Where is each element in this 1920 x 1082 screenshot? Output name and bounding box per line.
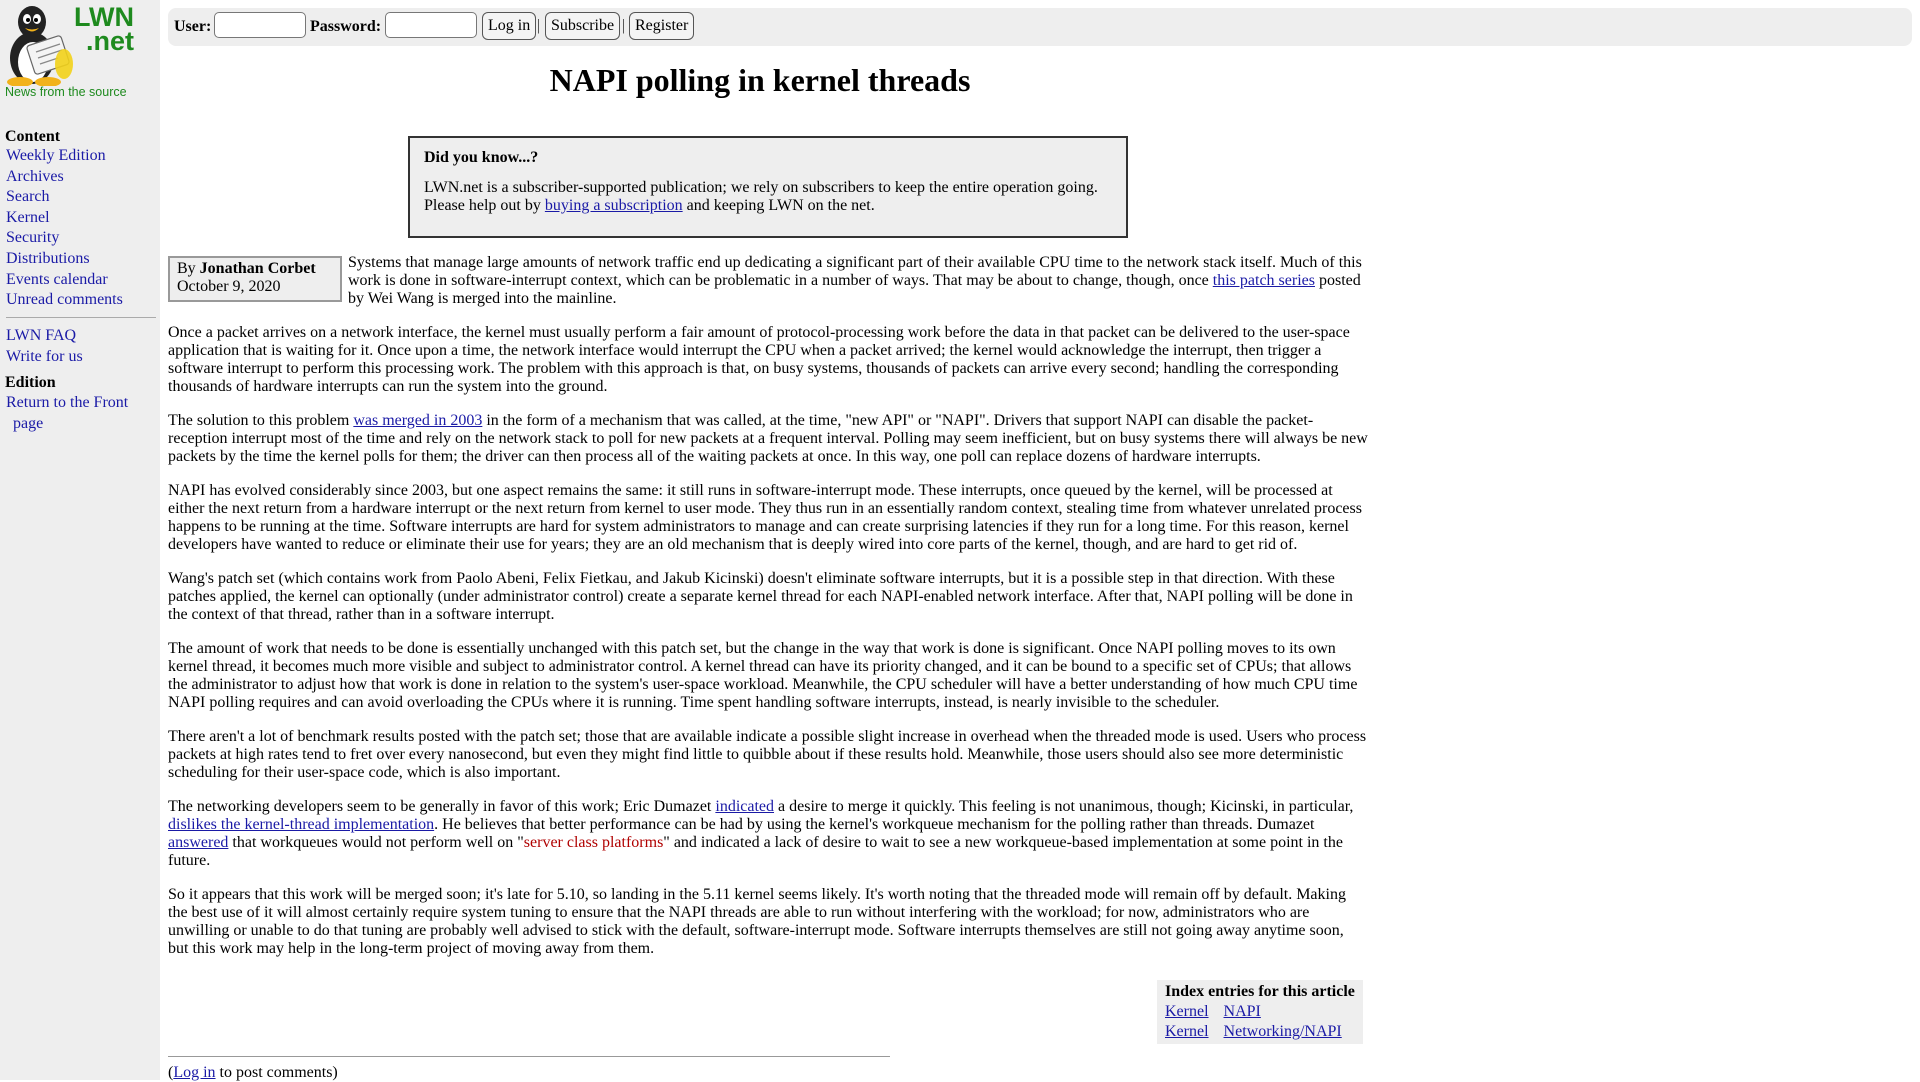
paragraph-6: There aren't a lot of benchmark results …	[168, 728, 1367, 781]
comment-note-close: to post comments)	[215, 1064, 338, 1081]
nav-weekly-edition[interactable]: Weekly Edition	[6, 147, 106, 164]
did-you-know-heading: Did you know...?	[424, 149, 539, 166]
article-title: NAPI polling in kernel threads	[549, 62, 971, 98]
index-entries-box: Index entries for this article Kernel NA…	[1157, 980, 1363, 1044]
paragraph-7: The networking developers seem to be gen…	[168, 798, 1368, 870]
nav-archives[interactable]: Archives	[6, 168, 64, 185]
merged-2003-link[interactable]: was merged in 2003	[353, 412, 482, 429]
index-table: Kernel NAPI Kernel Networking/NAPI	[1164, 1002, 1356, 1042]
quote-server-class: server class platforms	[523, 834, 664, 851]
sidebar: LWN .net News from the source Content We…	[0, 0, 160, 1080]
dislikes-implementation-link[interactable]: dislikes the kernel-thread implementatio…	[168, 816, 434, 833]
comment-note: (Log in to post comments)	[168, 1064, 338, 1082]
paragraph-3: NAPI has evolved considerably since 2003…	[168, 482, 1362, 553]
buy-subscription-link[interactable]: buying a subscription	[545, 197, 683, 214]
patch-series-link[interactable]: this patch series	[1213, 272, 1315, 289]
indicated-link[interactable]: indicated	[715, 798, 774, 815]
answered-link[interactable]: answered	[168, 834, 228, 851]
nav-return-line2: page	[13, 414, 44, 432]
logo-text-net: .net	[85, 26, 134, 56]
register-button[interactable]: Register	[629, 12, 695, 40]
user-label: User:	[174, 18, 212, 35]
byline-by: By	[177, 260, 200, 277]
nav-return-front-page[interactable]: Return to the Front page	[6, 394, 128, 432]
p2-text-before: The solution to this problem	[168, 412, 354, 429]
login-button[interactable]: Log in	[482, 12, 537, 40]
separator: |	[537, 17, 541, 34]
nav-search[interactable]: Search	[6, 188, 50, 205]
did-you-know-box: Did you know...? LWN.net is a subscriber…	[408, 136, 1128, 238]
logo-text: LWN .net	[64, 4, 134, 56]
nav-return-line1: Return to the Front	[6, 394, 129, 411]
paragraph-8: So it appears that this work will be mer…	[168, 886, 1346, 957]
nav-edition-list: Return to the Front page	[6, 393, 128, 434]
nav-divider	[6, 317, 156, 318]
lead-text-before: Systems that manage large amounts of net…	[348, 254, 1362, 289]
nav-kernel[interactable]: Kernel	[6, 209, 50, 226]
p7-text-2: a desire to merge it quickly. This feeli…	[774, 798, 1354, 815]
p7-text-1: The networking developers seem to be gen…	[168, 798, 716, 815]
nav-unread-comments[interactable]: Unread comments	[6, 291, 123, 308]
p7-text-4: that workqueues would not perform well o…	[228, 834, 524, 851]
index-kernel-link[interactable]: Kernel	[1165, 1003, 1209, 1020]
tagline: News from the source	[5, 85, 127, 99]
subscribe-button[interactable]: Subscribe	[545, 12, 621, 40]
byline-box: By Jonathan Corbet October 9, 2020	[168, 256, 342, 302]
byline-date: October 9, 2020	[177, 278, 281, 295]
nav-events-calendar[interactable]: Events calendar	[6, 271, 108, 288]
index-row: Kernel NAPI	[1164, 1002, 1356, 1022]
paragraph-2: The solution to this problem was merged …	[168, 412, 1368, 466]
password-label: Password:	[310, 18, 382, 35]
index-networking-napi-link[interactable]: Networking/NAPI	[1224, 1023, 1342, 1040]
did-you-know-text: LWN.net is a subscriber-supported public…	[424, 179, 1112, 215]
nav-lwn-faq[interactable]: LWN FAQ	[6, 327, 76, 344]
login-bar: User: Password: Log in | Subscribe | Reg…	[168, 8, 1912, 46]
p7-text-3: . He believes that better performance ca…	[434, 816, 1315, 833]
login-to-comment-link[interactable]: Log in	[173, 1064, 215, 1081]
index-row: Kernel Networking/NAPI	[1164, 1022, 1356, 1042]
byline-author-line: By Jonathan Corbet	[177, 260, 333, 278]
user-input[interactable]	[214, 12, 306, 38]
password-input[interactable]	[385, 12, 477, 38]
paragraph-1: Once a packet arrives on a network inter…	[168, 324, 1350, 395]
nav-extra-list: LWN FAQ Write for us	[6, 326, 83, 367]
comments-divider	[168, 1056, 890, 1057]
nav-write-for-us[interactable]: Write for us	[6, 348, 83, 365]
index-title: Index entries for this article	[1165, 983, 1355, 1000]
lwn-logo[interactable]: LWN .net	[2, 2, 142, 86]
nav-distributions[interactable]: Distributions	[6, 250, 90, 267]
nav-heading-content: Content	[5, 128, 61, 145]
paragraph-4: Wang's patch set (which contains work fr…	[168, 570, 1353, 623]
index-napi-link[interactable]: NAPI	[1224, 1003, 1261, 1020]
lead-paragraph: Systems that manage large amounts of net…	[348, 254, 1368, 308]
separator: |	[622, 17, 626, 34]
index-kernel-link[interactable]: Kernel	[1165, 1023, 1209, 1040]
paragraph-5: The amount of work that needs to be done…	[168, 640, 1358, 711]
nav-heading-edition: Edition	[5, 374, 56, 391]
dyk-text-after: and keeping LWN on the net.	[682, 197, 875, 214]
nav-content-list: Weekly Edition Archives Search Kernel Se…	[6, 146, 123, 311]
byline-author: Jonathan Corbet	[199, 260, 316, 277]
nav-security[interactable]: Security	[6, 229, 59, 246]
